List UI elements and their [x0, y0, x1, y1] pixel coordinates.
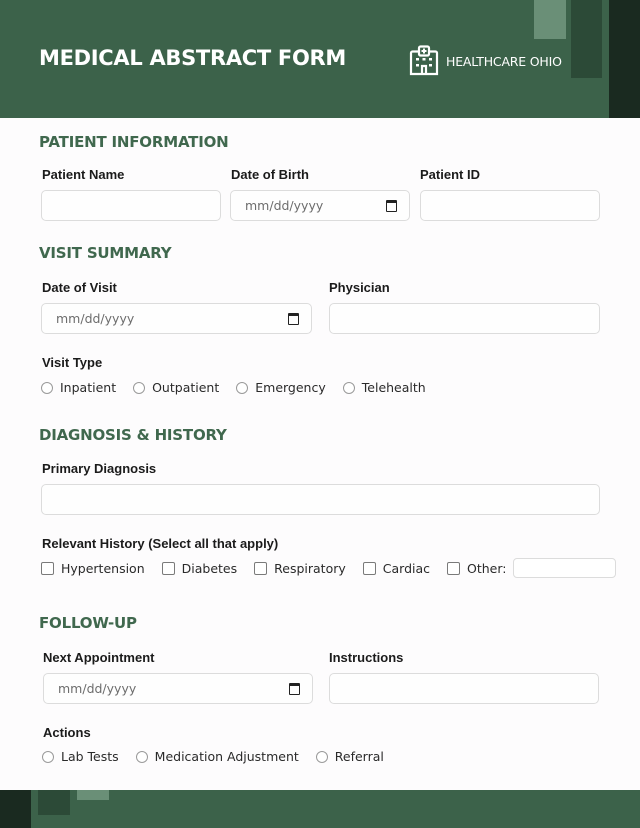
history-diabetes[interactable]: Diabetes — [161, 561, 237, 576]
primary-diagnosis-label: Primary Diagnosis — [42, 461, 157, 476]
checkbox[interactable] — [447, 561, 461, 575]
checkbox[interactable] — [362, 561, 376, 575]
next-appointment-placeholder: mm/dd/yyyy — [58, 681, 137, 696]
radio-button[interactable] — [135, 750, 148, 763]
radio-button[interactable] — [342, 381, 355, 394]
page-footer — [0, 790, 640, 828]
patient-name-label: Patient Name — [42, 167, 125, 182]
date-of-birth-label: Date of Birth — [231, 167, 309, 182]
header-decoration-dark — [609, 0, 640, 118]
calendar-icon[interactable] — [289, 683, 300, 695]
footer-decoration-dark — [0, 790, 31, 828]
section-title-patient-information: PATIENT INFORMATION — [39, 133, 229, 151]
footer-decoration-light — [77, 790, 109, 800]
brand-name: HEALTHCARE OHIO — [446, 53, 562, 69]
page-header: MEDICAL ABSTRACT FORM HEALTHCARE OHIO — [0, 0, 640, 118]
brand-logo: HEALTHCARE OHIO — [408, 45, 562, 77]
history-respiratory[interactable]: Respiratory — [254, 561, 346, 576]
history-cardiac[interactable]: Cardiac — [362, 561, 430, 576]
history-other-input[interactable] — [512, 558, 616, 578]
patient-name-input[interactable] — [41, 190, 221, 221]
relevant-history-label: Relevant History (Select all that apply) — [42, 536, 279, 551]
visit-type-emergency[interactable]: Emergency — [236, 380, 326, 395]
header-decoration-mid — [571, 0, 602, 78]
visit-type-outpatient[interactable]: Outpatient — [133, 380, 219, 395]
checkbox[interactable] — [161, 561, 175, 575]
relevant-history-checkbox-group: Hypertension Diabetes Respiratory Cardia… — [41, 558, 616, 578]
physician-input[interactable] — [329, 303, 600, 334]
next-appointment-label: Next Appointment — [43, 650, 155, 665]
checkbox[interactable] — [254, 561, 268, 575]
date-of-visit-placeholder: mm/dd/yyyy — [56, 311, 135, 326]
radio-button[interactable] — [315, 750, 328, 763]
section-title-follow-up: FOLLOW-UP — [39, 614, 137, 632]
primary-diagnosis-input[interactable] — [41, 484, 600, 515]
history-other[interactable]: Other: — [447, 561, 507, 576]
date-of-birth-input[interactable]: mm/dd/yyyy — [230, 190, 410, 221]
action-referral[interactable]: Referral — [315, 749, 384, 764]
actions-label: Actions — [43, 725, 91, 740]
footer-decoration-mid — [38, 790, 70, 815]
hospital-icon — [409, 45, 439, 76]
page-title: MEDICAL ABSTRACT FORM — [39, 46, 346, 70]
radio-button[interactable] — [133, 381, 146, 394]
radio-button[interactable] — [236, 381, 249, 394]
visit-type-inpatient[interactable]: Inpatient — [41, 380, 116, 395]
section-title-visit-summary: VISIT SUMMARY — [39, 244, 172, 262]
actions-radio-group: Lab Tests Medication Adjustment Referral — [42, 749, 401, 764]
calendar-icon[interactable] — [386, 200, 397, 212]
visit-type-telehealth[interactable]: Telehealth — [342, 380, 426, 395]
instructions-input[interactable] — [329, 673, 599, 704]
history-hypertension[interactable]: Hypertension — [41, 561, 145, 576]
section-title-diagnosis-history: DIAGNOSIS & HISTORY — [39, 426, 227, 444]
date-of-visit-input[interactable]: mm/dd/yyyy — [41, 303, 312, 334]
physician-label: Physician — [329, 280, 390, 295]
visit-type-radio-group: Inpatient Outpatient Emergency Telehealt… — [41, 380, 443, 395]
calendar-icon[interactable] — [288, 313, 299, 325]
header-decoration-light — [534, 0, 566, 39]
date-of-birth-placeholder: mm/dd/yyyy — [245, 198, 324, 213]
date-of-visit-label: Date of Visit — [42, 280, 117, 295]
radio-button[interactable] — [42, 750, 54, 763]
next-appointment-input[interactable]: mm/dd/yyyy — [43, 673, 313, 704]
patient-id-input[interactable] — [420, 190, 600, 221]
action-medication-adjustment[interactable]: Medication Adjustment — [135, 749, 299, 764]
instructions-label: Instructions — [329, 650, 404, 665]
action-lab-tests[interactable]: Lab Tests — [42, 749, 119, 764]
checkbox[interactable] — [41, 561, 54, 575]
radio-button[interactable] — [41, 381, 53, 394]
patient-id-label: Patient ID — [420, 167, 480, 182]
visit-type-label: Visit Type — [42, 355, 103, 370]
